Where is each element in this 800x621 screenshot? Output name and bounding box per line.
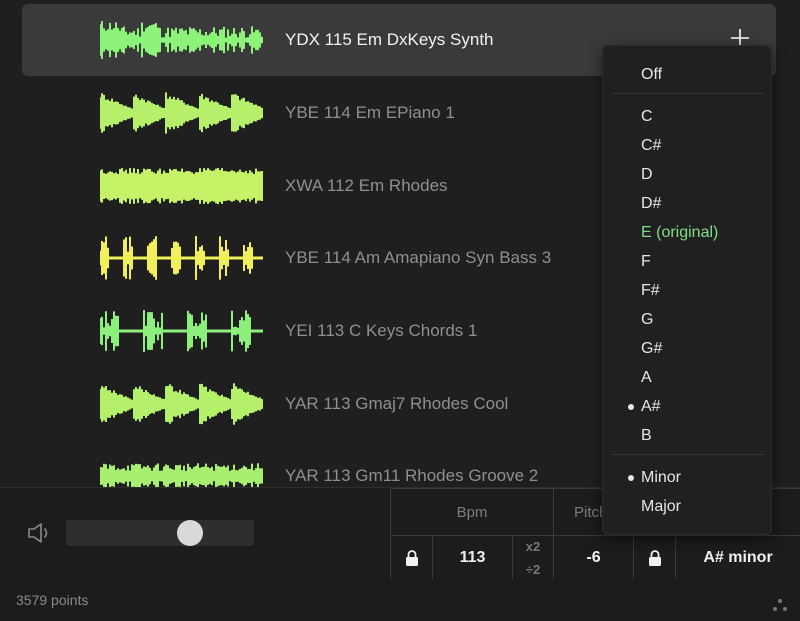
sample-title: YAR 113 Gmaj7 Rhodes Cool: [285, 394, 509, 413]
volume-slider-thumb[interactable]: [177, 520, 204, 546]
key-option[interactable]: G: [603, 305, 773, 334]
key-option[interactable]: B: [603, 421, 773, 450]
key-option[interactable]: C: [603, 102, 773, 131]
selected-dot-icon: [628, 475, 634, 481]
bpm-lock-button[interactable]: [390, 535, 432, 580]
bpm-double-button[interactable]: x2: [526, 539, 540, 554]
points-count: 3579 points: [16, 592, 89, 608]
mode-option[interactable]: Major: [603, 492, 773, 521]
bpm-multiplier: x2 ÷2: [512, 535, 553, 580]
sample-browser-app: YDX 115 Em DxKeys Synth YBE 114 Em EPiano…: [0, 0, 800, 621]
sample-title: YAR 113 Gm11 Rhodes Groove 2: [285, 466, 539, 485]
waveform[interactable]: [100, 309, 264, 353]
key-option[interactable]: C#: [603, 131, 773, 160]
pitch-value[interactable]: -6: [553, 535, 633, 580]
bpm-header: Bpm: [390, 488, 553, 535]
waveform[interactable]: [100, 236, 264, 280]
key-select[interactable]: A# minor: [675, 535, 800, 580]
sample-title: YBE 114 Am Amapiano Syn Bass 3: [285, 248, 552, 267]
key-lock-button[interactable]: [633, 535, 675, 580]
key-option[interactable]: A: [603, 363, 773, 392]
sample-title: YDX 115 Em DxKeys Synth: [285, 30, 494, 49]
key-option[interactable]: G#: [603, 334, 773, 363]
sample-title: YEI 113 C Keys Chords 1: [285, 321, 478, 340]
selected-dot-icon: [628, 404, 634, 410]
key-option[interactable]: D: [603, 160, 773, 189]
key-option[interactable]: F: [603, 247, 773, 276]
sample-title: YBE 114 Em EPiano 1: [285, 103, 455, 122]
waveform[interactable]: [100, 91, 264, 135]
key-option-off[interactable]: Off: [603, 60, 773, 89]
waveform[interactable]: [100, 18, 264, 62]
key-option[interactable]: F#: [603, 276, 773, 305]
key-option[interactable]: A#: [603, 392, 773, 421]
mode-option[interactable]: Minor: [603, 463, 773, 492]
menu-divider: [611, 93, 765, 94]
lock-icon: [648, 550, 661, 566]
key-dropdown-menu: Off C C# D D# E (original) F F# G G# A A# B Minor Ma…: [602, 45, 772, 535]
waveform[interactable]: [100, 454, 264, 487]
lock-icon: [405, 550, 418, 566]
status-bar: 3579 points: [0, 579, 800, 621]
key-option[interactable]: D#: [603, 189, 773, 218]
bpm-value[interactable]: 113: [432, 535, 512, 580]
waveform[interactable]: [100, 382, 264, 426]
bpm-half-button[interactable]: ÷2: [526, 562, 540, 577]
sample-title: XWA 112 Em Rhodes: [285, 176, 448, 195]
key-option[interactable]: E (original): [603, 218, 773, 247]
menu-divider: [611, 454, 765, 455]
volume-slider[interactable]: [66, 520, 254, 546]
waveform[interactable]: [100, 164, 264, 208]
speaker-icon[interactable]: [26, 521, 54, 545]
resize-grip-icon[interactable]: [771, 596, 789, 614]
